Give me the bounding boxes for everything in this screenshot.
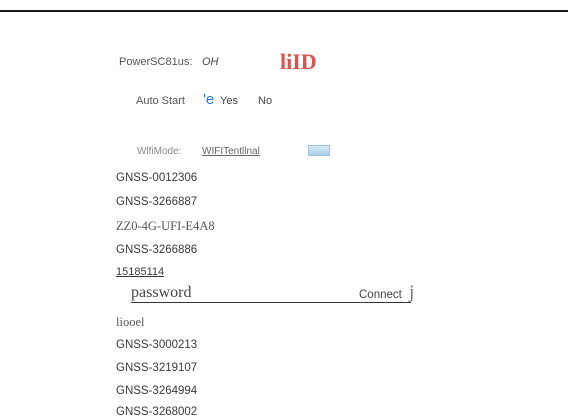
network-item[interactable]: GNSS-3268002 bbox=[116, 406, 197, 418]
radio-yes-option[interactable]: Yes bbox=[220, 95, 238, 107]
wifi-mode-label: WlfiMode: bbox=[137, 146, 182, 157]
network-item[interactable]: ZZ0-4G-UFI-E4A8 bbox=[116, 219, 215, 234]
power-value: OH bbox=[202, 56, 219, 68]
radio-no-option[interactable]: No bbox=[258, 95, 272, 107]
text-cursor-icon: j bbox=[409, 282, 415, 303]
wifi-mode-select[interactable]: WIFITentllnal bbox=[202, 146, 260, 157]
network-item[interactable]: GNSS-3219107 bbox=[116, 362, 197, 374]
radio-selected-icon[interactable]: 'e bbox=[203, 91, 214, 108]
network-item[interactable]: liooel bbox=[116, 315, 144, 330]
network-item[interactable]: GNSS-3266886 bbox=[116, 244, 197, 256]
network-item[interactable]: GNSS-3000213 bbox=[116, 339, 197, 351]
brand-logo: liID bbox=[280, 49, 317, 74]
wifi-mode-apply-button[interactable] bbox=[308, 145, 330, 156]
autostart-label: Auto Start bbox=[136, 95, 185, 107]
network-item-selected[interactable]: 15185114 bbox=[116, 266, 164, 278]
network-item[interactable]: GNSS-0012306 bbox=[116, 172, 197, 184]
network-item[interactable]: GNSS-3264994 bbox=[116, 385, 197, 397]
power-label: PowerSC81us: bbox=[119, 56, 193, 68]
connect-button[interactable]: Connect bbox=[359, 289, 402, 301]
top-divider bbox=[0, 10, 568, 12]
network-item[interactable]: GNSS-3266887 bbox=[116, 196, 197, 208]
